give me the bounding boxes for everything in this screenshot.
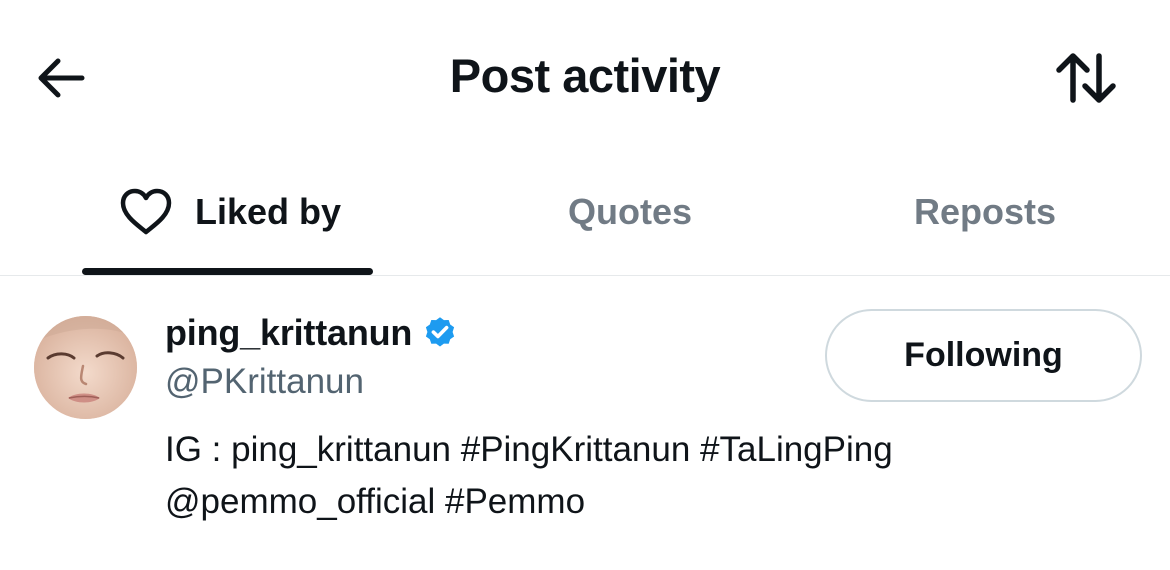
sort-button[interactable] — [1050, 46, 1122, 110]
following-button[interactable]: Following — [825, 309, 1142, 402]
user-handle[interactable]: @PKrittanun — [165, 362, 364, 402]
arrow-left-icon — [38, 58, 85, 98]
verified-badge-icon — [422, 315, 458, 351]
tab-reposts-label: Reposts — [913, 191, 1057, 232]
tab-liked-by-label: Liked by — [194, 191, 342, 232]
tab-quotes[interactable]: Quotes — [470, 150, 790, 274]
user-bio: IG : ping_krittanun #PingKrittanun #TaLi… — [165, 424, 1065, 528]
page-title: Post activity — [449, 49, 721, 102]
user-bio-line: @pemmo_official #Pemmo — [165, 482, 586, 521]
activity-tabs: Liked by Quotes Reposts — [0, 150, 1170, 276]
tab-liked-by[interactable]: Liked by — [60, 150, 400, 274]
user-display-name: ping_krittanun — [165, 312, 413, 353]
active-tab-indicator — [82, 268, 373, 275]
top-bar: Post activity — [0, 0, 1170, 150]
back-button[interactable] — [28, 50, 92, 106]
avatar[interactable] — [34, 316, 137, 419]
tab-quotes-label: Quotes — [567, 191, 692, 232]
user-list-item[interactable]: ping_krittanun @PKrittanun IG : ping_kri… — [0, 278, 1170, 570]
tab-reposts[interactable]: Reposts — [830, 150, 1140, 274]
user-bio-line: IG : ping_krittanun #PingKrittanun #TaLi… — [165, 430, 893, 469]
heart-outline-icon — [119, 188, 173, 236]
user-name-line[interactable]: ping_krittanun — [165, 312, 458, 354]
sort-arrows-icon — [1056, 53, 1116, 103]
